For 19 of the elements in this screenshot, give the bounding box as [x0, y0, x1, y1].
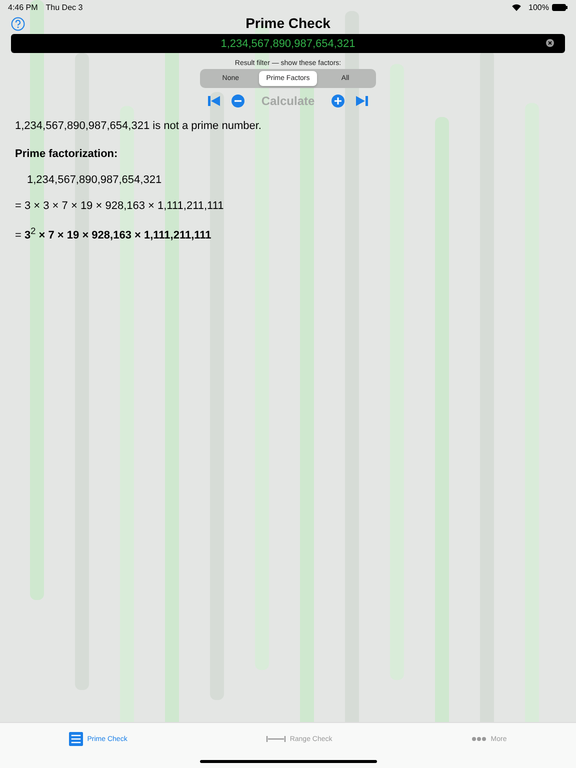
number-field[interactable]: 1,234,567,890,987,654,321	[11, 34, 565, 53]
calculator-icon	[69, 732, 84, 746]
factorization-heading: Prime factorization:	[15, 148, 119, 160]
nav-title: Prime Check	[246, 15, 330, 31]
plus-icon[interactable]	[330, 94, 345, 108]
clear-icon[interactable]	[546, 39, 554, 47]
factorization-line: = 3 × 3 × 7 × 19 × 928,163 × 1,111,211,111	[15, 200, 225, 212]
skip-first-icon[interactable]	[207, 94, 222, 108]
factorization-line: 1,234,567,890,987,654,321	[26, 174, 163, 186]
status-time: 4:46 PM	[8, 2, 38, 12]
help-icon[interactable]	[11, 17, 25, 31]
minus-icon[interactable]	[231, 94, 246, 108]
battery-icon	[552, 4, 568, 10]
result-statement: 1,234,567,890,987,654,321 is not a prime number.	[15, 120, 262, 132]
factorization-line: = 3$^{2}$ × 7 × 19 × 928,163 × 1,111,211,111	[15, 226, 212, 242]
wifi-icon	[512, 4, 521, 10]
skip-last-icon[interactable]	[354, 94, 369, 108]
status-date: Thu Dec 3	[46, 2, 83, 12]
battery-percent: 100%	[528, 2, 549, 12]
